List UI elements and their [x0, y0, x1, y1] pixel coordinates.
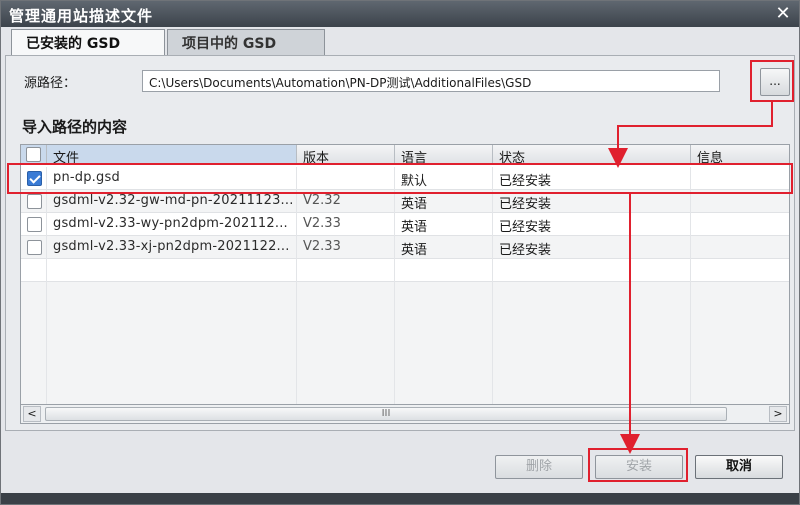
info-cell [691, 190, 789, 213]
row-checkbox[interactable] [27, 240, 42, 255]
source-path-label: 源路径： [24, 76, 77, 91]
file-name-cell: gsdml-v2.32-gw-md-pn-20211123... [47, 190, 297, 213]
info-cell [691, 213, 789, 236]
row-checkbox[interactable] [27, 217, 42, 232]
scroll-thumb[interactable]: III [45, 407, 727, 421]
section-title: 导入路径的内容 [22, 118, 128, 136]
tab-project-gsd[interactable]: 项目中的 GSD [167, 29, 325, 55]
column-header-status[interactable]: 状态 [493, 145, 691, 166]
horizontal-scrollbar[interactable]: < III > [20, 404, 790, 424]
version-cell: V2.32 [297, 190, 395, 213]
bottom-border [1, 493, 799, 504]
table-header: 文件 版本 语言 状态 信息 [21, 145, 789, 166]
title-bar: 管理通用站描述文件 ✕ [1, 1, 799, 27]
delete-button[interactable]: 删除 [495, 455, 583, 479]
content-section-header: 导入路径的内容 [10, 108, 790, 148]
version-cell: V2.33 [297, 236, 395, 259]
cancel-button[interactable]: 取消 [695, 455, 783, 479]
tab-installed-gsd[interactable]: 已安装的 GSD [11, 29, 165, 55]
browse-button[interactable]: ... [760, 68, 790, 96]
language-cell: 英语 [395, 213, 493, 236]
status-cell: 已经安装 [493, 167, 691, 190]
language-cell: 英语 [395, 190, 493, 213]
file-name-cell: pn-dp.gsd [47, 167, 297, 190]
table-row[interactable]: gsdml-v2.32-gw-md-pn-20211123... V2.32 英… [21, 190, 789, 213]
install-button[interactable]: 安装 [595, 455, 683, 479]
status-cell: 已经安装 [493, 190, 691, 213]
table-row[interactable]: pn-dp.gsd 默认 已经安装 [21, 167, 789, 190]
source-path-field[interactable]: C:\Users\Documents\Automation\PN-DP测试\Ad… [142, 70, 720, 92]
select-all-checkbox[interactable] [26, 147, 41, 162]
column-header-file[interactable]: 文件 [47, 145, 297, 166]
info-cell [691, 236, 789, 259]
version-cell [297, 167, 395, 190]
table-row[interactable]: gsdml-v2.33-wy-pn2dpm-202112... V2.33 英语… [21, 213, 789, 236]
column-header-language[interactable]: 语言 [395, 145, 493, 166]
language-cell: 英语 [395, 236, 493, 259]
header-select-all [21, 145, 47, 165]
language-cell: 默认 [395, 167, 493, 190]
column-header-info[interactable]: 信息 [691, 145, 789, 166]
row-checkbox[interactable] [27, 194, 42, 209]
column-header-version[interactable]: 版本 [297, 145, 395, 166]
empty-row [21, 259, 789, 282]
empty-area [21, 282, 789, 406]
status-cell: 已经安装 [493, 236, 691, 259]
scroll-right-button[interactable]: > [769, 406, 787, 422]
scroll-left-button[interactable]: < [23, 406, 41, 422]
status-cell: 已经安装 [493, 213, 691, 236]
file-name-cell: gsdml-v2.33-xj-pn2dpm-2021122... [47, 236, 297, 259]
window-title: 管理通用站描述文件 [9, 7, 154, 25]
row-checkbox[interactable] [27, 171, 42, 186]
manage-gsd-dialog: 管理通用站描述文件 ✕ 已安装的 GSD 项目中的 GSD 源路径： C:\Us… [0, 0, 800, 505]
tab-panel: 源路径： C:\Users\Documents\Automation\PN-DP… [5, 55, 795, 431]
table-row[interactable]: gsdml-v2.33-xj-pn2dpm-2021122... V2.33 英… [21, 236, 789, 259]
close-icon[interactable]: ✕ [773, 4, 793, 24]
version-cell: V2.33 [297, 213, 395, 236]
gsd-file-table: 文件 版本 语言 状态 信息 pn-dp.gsd 默认 已经安装 gsdml-v… [20, 144, 790, 408]
info-cell [691, 167, 789, 190]
file-name-cell: gsdml-v2.33-wy-pn2dpm-202112... [47, 213, 297, 236]
